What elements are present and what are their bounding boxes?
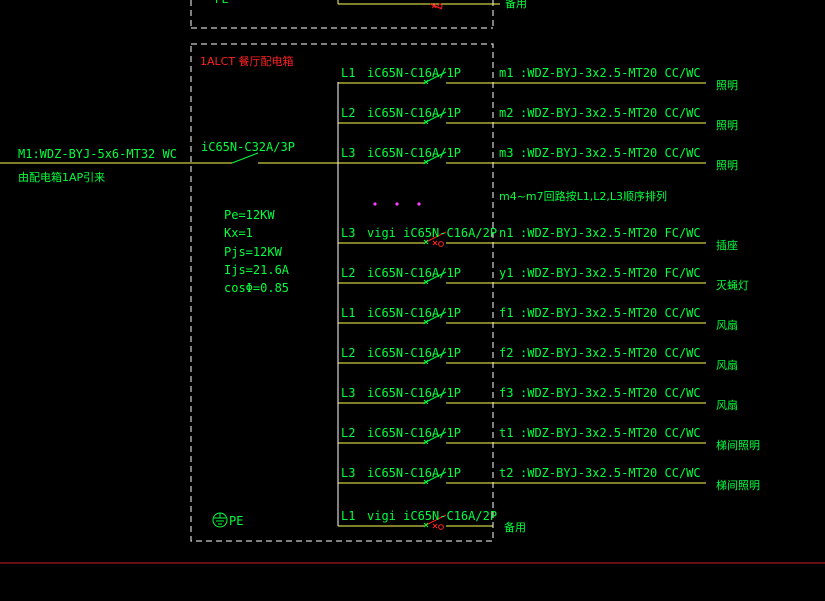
param-pe: Pe=12KW	[224, 208, 275, 222]
circuit-phase: L2	[341, 106, 355, 120]
pe-terminal: PE	[212, 512, 243, 528]
circuit-load: 风扇	[716, 398, 738, 412]
circuit-phase: L3	[341, 386, 355, 400]
circuit-phase: L3	[341, 466, 355, 480]
circuit-breaker-label: iC65N-C16A/1P	[367, 346, 461, 360]
panel-title: 1ALCT 餐厅配电箱	[200, 54, 294, 68]
param-cos: cosΦ=0.85	[224, 281, 289, 295]
circuit-breaker-label: vigi iC65N-C16A/2P	[367, 226, 497, 240]
circuit-cable: :WDZ-BYJ-3x2.5-MT20 CC/WC	[520, 386, 701, 400]
circuit-id: f2	[499, 346, 513, 360]
breaker-x-mark	[423, 119, 429, 125]
circuit-id: m1	[499, 66, 513, 80]
circuit-breaker-label: iC65N-C16A/1P	[367, 306, 461, 320]
rcd-x-mark	[432, 240, 438, 246]
breaker-x-mark	[423, 79, 429, 85]
circuit-breaker-label: iC65N-C16A/1P	[367, 466, 461, 480]
circuit-cable: :WDZ-BYJ-3x2.5-MT20 CC/WC	[520, 306, 701, 320]
load-parameters: Pe=12KW Kx=1 Pjs=12KW Ijs=21.6A cosΦ=0.8…	[224, 208, 290, 295]
incoming-source: 由配电箱1AP引来	[18, 170, 105, 184]
circuit-load: 照明	[716, 79, 738, 92]
circuit-load: 风扇	[716, 358, 738, 372]
circuit-load: 照明	[716, 119, 738, 132]
circuit-cable: :WDZ-BYJ-3x2.5-MT20 FC/WC	[520, 226, 701, 240]
breaker-x-mark	[423, 359, 429, 365]
circuit-id: m3	[499, 146, 513, 160]
breaker-x-mark	[423, 439, 429, 445]
circuit-cable: :WDZ-BYJ-3x2.5-MT20 CC/WC	[520, 146, 701, 160]
circuit-order-note: m4~m7回路按L1,L2,L3顺序排列	[499, 189, 667, 203]
circuit-breaker-label: iC65N-C16A/1P	[367, 386, 461, 400]
circuit-phase: L2	[341, 426, 355, 440]
circuit-breaker-label: iC65N-C16A/1P	[367, 266, 461, 280]
circuit-load: 照明	[716, 159, 738, 172]
circuit-cable: :WDZ-BYJ-3x2.5-MT20 CC/WC	[520, 346, 701, 360]
circuit-id: n1	[499, 226, 513, 240]
circuit-breaker-label: vigi iC65N-C16A/2P	[367, 509, 497, 523]
circuit-breaker-label: iC65N-C16A/1P	[367, 66, 461, 80]
upper-panel-fragment: 备用 PE	[190, 0, 527, 29]
circuit-phase: L3	[341, 226, 355, 240]
breaker-x-mark	[423, 319, 429, 325]
incoming-feeder: M1:WDZ-BYJ-5x6-MT32 WC 由配电箱1AP引来 iC65N-C…	[0, 140, 338, 184]
continuation-dots	[373, 202, 421, 206]
circuit-id: m2	[499, 106, 513, 120]
circuit-load: 灭蝇灯	[716, 279, 749, 292]
breaker-x-mark	[423, 399, 429, 405]
breaker-x-mark	[423, 239, 429, 245]
rcd-x-mark	[432, 523, 438, 529]
circuit-cable: :WDZ-BYJ-3x2.5-MT20 CC/WC	[520, 466, 701, 480]
circuit-phase: L1	[341, 66, 355, 80]
circuit-id: f1	[499, 306, 513, 320]
circuit-load: 梯间照明	[716, 479, 760, 492]
breaker-x-mark	[423, 159, 429, 165]
pe-label: PE	[229, 514, 243, 528]
circuit-load: 备用	[504, 520, 526, 534]
circuit-phase: L1	[341, 509, 355, 523]
breaker-x-mark	[423, 479, 429, 485]
upper-spare-label: 备用	[505, 0, 527, 10]
upper-pe-label: PE	[215, 0, 229, 6]
circuit-id: t1	[499, 426, 513, 440]
circuit-cable: :WDZ-BYJ-3x2.5-MT20 CC/WC	[520, 106, 701, 120]
circuit-phase: L3	[341, 146, 355, 160]
circuit-breaker-label: iC65N-C16A/1P	[367, 146, 461, 160]
circuit-load: 风扇	[716, 318, 738, 332]
main-breaker-label: iC65N-C32A/3P	[201, 140, 295, 154]
circuit-breaker-label: iC65N-C16A/1P	[367, 426, 461, 440]
circuit-phase: L2	[341, 346, 355, 360]
circuit-id: t2	[499, 466, 513, 480]
param-ijs: Ijs=21.6A	[224, 263, 290, 277]
rcd-icon	[438, 524, 444, 530]
circuit-id: y1	[499, 266, 513, 280]
breaker-x-mark	[423, 522, 429, 528]
circuit-load: 插座	[716, 238, 738, 252]
circuit-id: f3	[499, 386, 513, 400]
breaker-x-mark	[423, 279, 429, 285]
single-line-diagram: 备用 PE 1ALCT 餐厅配电箱 M1:WDZ-BYJ-5x6-MT32 WC…	[0, 0, 825, 564]
circuit-rows: L1 iC65N-C16A/1P m1 :WDZ-BYJ-3x2.5-MT20 CC/…	[338, 66, 760, 534]
incoming-cable: M1:WDZ-BYJ-5x6-MT32 WC	[18, 147, 177, 161]
circuit-cable: :WDZ-BYJ-3x2.5-MT20 FC/WC	[520, 266, 701, 280]
rcd-icon	[438, 241, 444, 247]
circuit-load: 梯间照明	[716, 439, 760, 452]
circuit-phase: L2	[341, 266, 355, 280]
circuit-cable: :WDZ-BYJ-3x2.5-MT20 CC/WC	[520, 66, 701, 80]
param-kx: Kx=1	[224, 226, 253, 240]
circuit-breaker-label: iC65N-C16A/1P	[367, 106, 461, 120]
circuit-phase: L1	[341, 306, 355, 320]
param-pjs: Pjs=12KW	[224, 245, 283, 259]
circuit-cable: :WDZ-BYJ-3x2.5-MT20 CC/WC	[520, 426, 701, 440]
